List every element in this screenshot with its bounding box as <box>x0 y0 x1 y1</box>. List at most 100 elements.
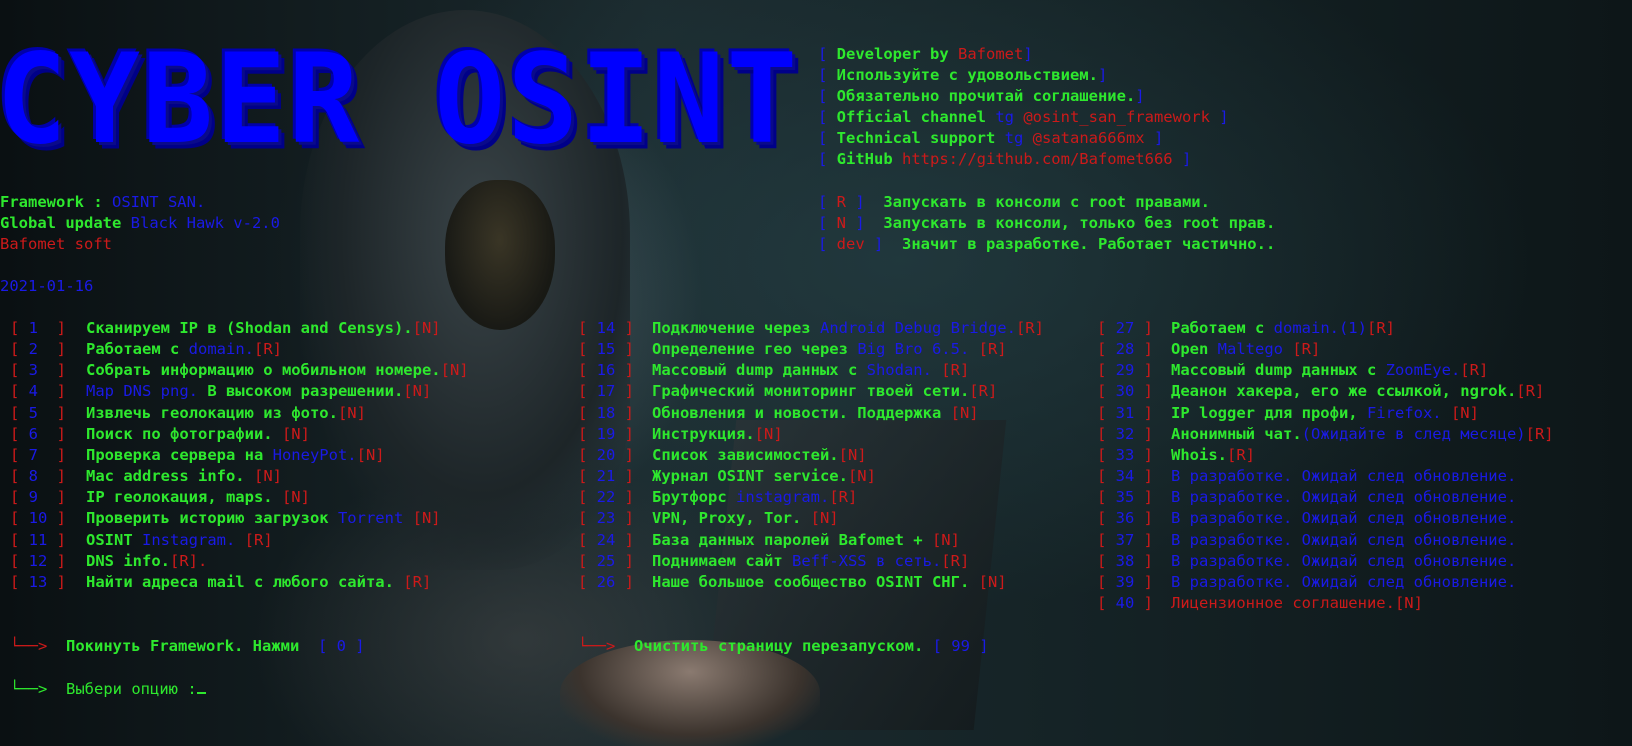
clear-option[interactable]: └──> Очистить страницу перезапуском. [ 9… <box>578 636 989 657</box>
menu-item-number: [ 5 ] <box>10 403 67 422</box>
ascii-banner: CYBER OSINT <box>0 26 800 172</box>
menu-item-number: [ 2 ] <box>10 340 67 359</box>
menu-item-label: Инструкция.[N] <box>652 424 783 443</box>
menu-item-number: [ 23 ] <box>578 509 635 528</box>
menu-item-number: [ 37 ] <box>1097 530 1154 549</box>
date-line: 2021-01-16 <box>0 277 94 295</box>
menu-item-13[interactable]: [ 13 ] Найти адреса mail с любого сайта. … <box>10 572 431 593</box>
info-line-developer: [ Developer by Bafomet] <box>818 45 1033 63</box>
menu-item-14[interactable]: [ 14 ] Подключение через Android Debug Br… <box>578 318 1044 339</box>
menu-item-label: Whois.[R] <box>1171 445 1255 464</box>
menu-item-21[interactable]: [ 21 ] Журнал OSINT service.[N] <box>578 466 876 487</box>
menu-item-35[interactable]: [ 35 ] В разработке. Ожидай след обновлен… <box>1097 487 1516 508</box>
author-line: Bafomet soft <box>0 235 112 253</box>
menu-item-15[interactable]: [ 15 ] Определение гео через Big Bro 6.5.… <box>578 339 1007 360</box>
menu-item-25[interactable]: [ 25 ] Поднимаем сайт Beff-XSS в сеть.[R] <box>578 551 969 572</box>
menu-item-4[interactable]: [ 4 ] Map DNS png. В высоком разрешении.[… <box>10 381 431 402</box>
menu-item-label: В разработке. Ожидай след обновление. <box>1171 551 1517 570</box>
menu-item-number: [ 26 ] <box>578 572 635 591</box>
menu-item-2[interactable]: [ 2 ] Работаем с domain.[R] <box>10 339 282 360</box>
menu-item-34[interactable]: [ 34 ] В разработке. Ожидай след обновлен… <box>1097 466 1516 487</box>
menu-item-label: Лицензионное соглашение.[N] <box>1171 593 1423 612</box>
menu-item-number: [ 16 ] <box>578 361 635 380</box>
menu-item-7[interactable]: [ 7 ] Проверка сервера на HoneyPot.[N] <box>10 445 385 466</box>
menu-item-1[interactable]: [ 1 ] Сканируем IP в (Shodan and Censys).… <box>10 318 441 339</box>
menu-item-23[interactable]: [ 23 ] VPN, Proxy, Tor. [N] <box>578 508 839 529</box>
framework-line: Framework : OSINT SAN. <box>0 193 206 211</box>
text-cursor <box>196 692 206 694</box>
info-line-enjoy: [ Используйте с удовольствием.] <box>818 66 1108 84</box>
prompt-label: Выбери опцию : <box>66 680 197 698</box>
menu-item-36[interactable]: [ 36 ] В разработке. Ожидай след обновлен… <box>1097 508 1516 529</box>
menu-item-28[interactable]: [ 28 ] Open Maltego [R] <box>1097 339 1320 360</box>
menu-item-number: [ 31 ] <box>1097 403 1154 422</box>
menu-item-20[interactable]: [ 20 ] Список зависимостей.[N] <box>578 445 867 466</box>
menu-item-label: Массовый dump данных с Shodan. [R] <box>652 361 970 380</box>
info-line-github: [ GitHub https://github.com/Bafomet666 ] <box>818 150 1192 168</box>
menu-item-12[interactable]: [ 12 ] DNS info.[R]. <box>10 551 207 572</box>
menu-item-label: IP logger для профи, Firefox. [N] <box>1171 403 1479 422</box>
menu-item-number: [ 20 ] <box>578 445 635 464</box>
menu-item-label: Mac address info. [N] <box>86 467 282 486</box>
legend-no-root: [ N ] Запускать в консоли, только без ro… <box>818 214 1276 232</box>
menu-item-label: Open Maltego [R] <box>1171 340 1321 359</box>
menu-item-9[interactable]: [ 9 ] IP геолокация, maps. [N] <box>10 487 310 508</box>
menu-item-31[interactable]: [ 31 ] IP logger для профи, Firefox. [N] <box>1097 403 1479 424</box>
menu-item-11[interactable]: [ 11 ] OSINT Instagram. [R] <box>10 530 273 551</box>
menu-item-number: [ 4 ] <box>10 382 67 401</box>
menu-item-number: [ 6 ] <box>10 424 67 443</box>
menu-item-number: [ 28 ] <box>1097 340 1154 359</box>
menu-item-label: В разработке. Ожидай след обновление. <box>1171 572 1517 591</box>
menu-item-30[interactable]: [ 30 ] Деанон хакера, его же ссылкой, ngr… <box>1097 381 1544 402</box>
menu-item-22[interactable]: [ 22 ] Брутфорс instagram.[R] <box>578 487 857 508</box>
menu-item-number: [ 10 ] <box>10 509 67 528</box>
menu-item-label: Найти адреса mail с любого сайта. [R] <box>86 572 432 591</box>
menu-item-label: VPN, Proxy, Tor. [N] <box>652 509 839 528</box>
menu-item-number: [ 18 ] <box>578 403 635 422</box>
menu-item-24[interactable]: [ 24 ] База данных паролей Bafomet + [N] <box>578 530 960 551</box>
menu-item-label: Наше большое сообщество OSINT СНГ. [N] <box>652 572 1007 591</box>
terminal: CYBER OSINT [ Developer by Bafomet] [ Ис… <box>0 0 1632 746</box>
menu-item-label: В разработке. Ожидай след обновление. <box>1171 530 1517 549</box>
menu-item-16[interactable]: [ 16 ] Массовый dump данных с Shodan. [R] <box>578 360 969 381</box>
menu-item-17[interactable]: [ 17 ] Графический мониторинг твоей сети.… <box>578 381 997 402</box>
menu-item-3[interactable]: [ 3 ] Собрать информацию о мобильном номе… <box>10 360 469 381</box>
prompt-line[interactable]: └──> Выбери опцию : <box>10 679 206 700</box>
menu-item-number: [ 33 ] <box>1097 445 1154 464</box>
menu-item-number: [ 7 ] <box>10 445 67 464</box>
menu-item-number: [ 14 ] <box>578 319 635 337</box>
menu-item-40[interactable]: [ 40 ] Лицензионное соглашение.[N] <box>1097 593 1423 614</box>
legend-root: [ R ] Запускать в консоли с root правами… <box>818 193 1210 211</box>
menu-item-number: [ 11 ] <box>10 530 67 549</box>
exit-option[interactable]: └──> Покинуть Framework. Нажми [ 0 ] <box>10 636 365 657</box>
menu-item-label: Проверить историю загрузок Torrent [N] <box>86 509 441 528</box>
menu-item-number: [ 1 ] <box>10 319 67 337</box>
menu-item-number: [ 39 ] <box>1097 572 1154 591</box>
menu-item-38[interactable]: [ 38 ] В разработке. Ожидай след обновлен… <box>1097 551 1516 572</box>
menu-item-label: DNS info.[R]. <box>86 551 208 570</box>
menu-item-5[interactable]: [ 5 ] Извлечь геолокацию из фото.[N] <box>10 403 366 424</box>
info-line-channel: [ Official channel tg @osint_san_framewo… <box>818 108 1229 126</box>
menu-item-8[interactable]: [ 8 ] Mac address info. [N] <box>10 466 282 487</box>
menu-item-26[interactable]: [ 26 ] Наше большое сообщество OSINT СНГ.… <box>578 572 1007 593</box>
menu-item-label: Сканируем IP в (Shodan and Censys).[N] <box>86 319 441 337</box>
menu-item-6[interactable]: [ 6 ] Поиск по фотографии. [N] <box>10 424 310 445</box>
menu-item-10[interactable]: [ 10 ] Проверить историю загрузок Torrent… <box>10 508 441 529</box>
menu-item-number: [ 34 ] <box>1097 467 1154 486</box>
menu-item-number: [ 22 ] <box>578 488 635 507</box>
menu-item-label: Извлечь геолокацию из фото.[N] <box>86 403 366 422</box>
menu-item-19[interactable]: [ 19 ] Инструкция.[N] <box>578 424 783 445</box>
legend-dev: [ dev ] Значит в разработке. Работает ча… <box>818 235 1276 253</box>
menu-item-label: Поиск по фотографии. [N] <box>86 424 310 443</box>
menu-item-27[interactable]: [ 27 ] Работаем с domain.(1)[R] <box>1097 318 1395 339</box>
menu-item-number: [ 12 ] <box>10 551 67 570</box>
menu-item-label: OSINT Instagram. [R] <box>86 530 273 549</box>
global-update-line: Global update Black Hawk v-2.0 <box>0 214 280 232</box>
menu-item-33[interactable]: [ 33 ] Whois.[R] <box>1097 445 1255 466</box>
menu-item-32[interactable]: [ 32 ] Анонимный чат.(Ожидайте в след мес… <box>1097 424 1554 445</box>
menu-item-39[interactable]: [ 39 ] В разработке. Ожидай след обновлен… <box>1097 572 1516 593</box>
menu-item-29[interactable]: [ 29 ] Массовый dump данных с ZoomEye.[R] <box>1097 360 1488 381</box>
menu-item-18[interactable]: [ 18 ] Обновления и новости. Поддержка [N… <box>578 403 979 424</box>
menu-item-37[interactable]: [ 37 ] В разработке. Ожидай след обновлен… <box>1097 530 1516 551</box>
menu-item-label: Анонимный чат.(Ожидайте в след месяце)[R… <box>1171 424 1554 443</box>
